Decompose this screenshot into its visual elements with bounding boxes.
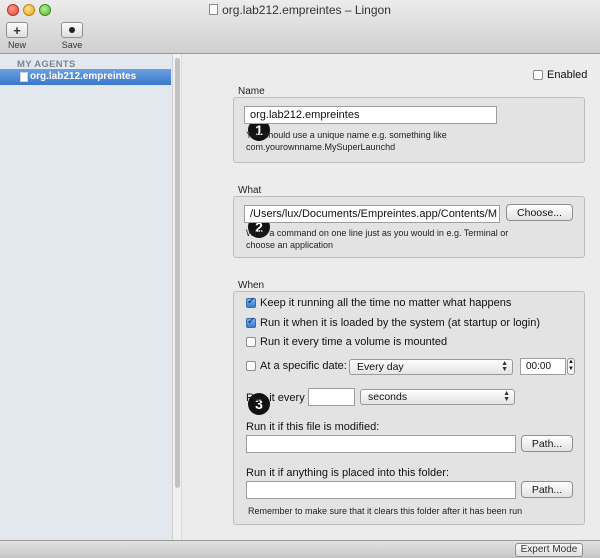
enabled-checkbox-box[interactable] <box>533 70 543 80</box>
specific-date-label: At a specific date: <box>260 360 347 372</box>
date-frequency-value: Every day <box>357 361 404 373</box>
plus-icon: + <box>6 22 28 38</box>
run-at-load-label: Run it when it is loaded by the system (… <box>260 317 541 329</box>
time-field[interactable]: 00:00 <box>520 358 566 375</box>
name-section: 1 org.lab212.empreintes You should use a… <box>233 97 585 163</box>
plist-file-icon <box>20 72 28 82</box>
popup-arrows-icon: ▲ ▼ <box>503 390 510 403</box>
run-on-mount-checkbox-box[interactable] <box>246 337 256 347</box>
save-button[interactable]: Save <box>57 22 87 50</box>
what-hint-1: Write a command on one line just as you … <box>246 228 509 238</box>
sidebar-scrollbar[interactable] <box>172 54 181 540</box>
run-on-mount-label: Run it every time a volume is mounted <box>260 336 448 348</box>
name-hint-2: com.yourownname.MySuperLaunchd <box>246 142 396 152</box>
expert-mode-button[interactable]: Expert Mode <box>515 543 583 557</box>
save-label: Save <box>61 40 83 50</box>
popup-arrows-icon: ▲ ▼ <box>501 360 508 373</box>
new-button[interactable]: + New <box>2 22 32 50</box>
interval-unit-popup[interactable]: seconds ▲ ▼ <box>360 389 515 405</box>
file-modified-field[interactable] <box>246 435 516 453</box>
enabled-label: Enabled <box>547 69 588 81</box>
file-modified-label: Run it if this file is modified: <box>246 421 380 433</box>
name-section-label: Name <box>238 86 265 97</box>
interval-field[interactable] <box>308 388 355 406</box>
when-section: 3 Keep it running all the time no matter… <box>233 291 585 525</box>
sidebar-item-label: org.lab212.empreintes <box>30 71 137 82</box>
save-dot-icon <box>61 22 83 38</box>
name-field[interactable]: org.lab212.empreintes <box>244 106 497 124</box>
keep-running-checkbox[interactable]: Keep it running all the time no matter w… <box>246 296 512 309</box>
file-path-button[interactable]: Path... <box>521 435 573 452</box>
sidebar-item-agent[interactable]: org.lab212.empreintes <box>0 69 171 85</box>
what-section-label: What <box>238 185 262 196</box>
specific-date-checkbox-box[interactable] <box>246 361 256 371</box>
keep-running-checkbox-box[interactable] <box>246 296 256 308</box>
new-label: New <box>7 40 26 50</box>
bottom-bar: Expert Mode <box>0 540 600 558</box>
keep-running-label: Keep it running all the time no matter w… <box>260 297 512 309</box>
name-hint-1: You should use a unique name e.g. someth… <box>246 130 447 140</box>
what-hint-2: choose an application <box>246 240 334 250</box>
agent-editor: Enabled Name 1 org.lab212.empreintes You… <box>182 54 600 540</box>
folder-label: Run it if anything is placed into this f… <box>246 467 450 479</box>
command-field[interactable]: /Users/lux/Documents/Empreintes.app/Cont… <box>244 205 500 223</box>
what-section: 2 /Users/lux/Documents/Empreintes.app/Co… <box>233 196 585 258</box>
date-frequency-popup[interactable]: Every day ▲ ▼ <box>349 359 513 375</box>
run-at-load-checkbox-box[interactable] <box>246 316 256 328</box>
run-on-mount-checkbox[interactable]: Run it every time a volume is mounted <box>246 336 447 348</box>
window-title: org.lab212.empreintes – Lingon <box>222 3 391 17</box>
folder-path-button[interactable]: Path... <box>521 481 573 498</box>
title-bar: org.lab212.empreintes – Lingon + New Sav… <box>0 0 600 54</box>
document-icon <box>209 4 219 15</box>
sidebar: MY AGENTS org.lab212.empreintes <box>0 54 181 540</box>
run-every-label: Run it every <box>246 392 305 404</box>
sidebar-scroll-thumb[interactable] <box>175 58 180 488</box>
choose-button[interactable]: Choose... <box>506 204 573 221</box>
interval-unit-value: seconds <box>368 391 408 403</box>
run-at-load-checkbox[interactable]: Run it when it is loaded by the system (… <box>246 316 541 329</box>
when-section-label: When <box>238 280 265 291</box>
window-title-container: org.lab212.empreintes – Lingon <box>0 3 600 17</box>
specific-date-checkbox[interactable]: At a specific date: <box>246 360 347 372</box>
time-stepper[interactable]: ▲ ▼ <box>567 358 575 375</box>
enabled-checkbox[interactable]: Enabled <box>533 69 587 81</box>
folder-field[interactable] <box>246 481 516 499</box>
folder-hint: Remember to make sure that it clears thi… <box>248 506 523 516</box>
